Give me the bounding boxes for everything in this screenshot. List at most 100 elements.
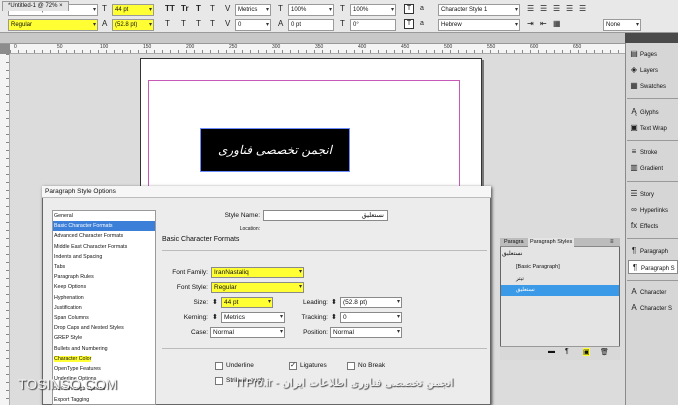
dock-panel-character[interactable]: A Character: [628, 285, 678, 299]
tracking-field[interactable]: 0 ▾: [235, 19, 271, 31]
font-style-select[interactable]: Regular ▾: [211, 282, 304, 293]
leading-input[interactable]: (52.8 pt) ▾: [340, 297, 402, 308]
dock-panel-character-s[interactable]: A Character S: [628, 301, 678, 315]
skew-field[interactable]: 0°: [350, 19, 396, 31]
fill-color-icon[interactable]: T: [404, 4, 414, 14]
justify-all-icon[interactable]: ☰: [579, 4, 586, 14]
underline-button[interactable]: T: [210, 4, 215, 14]
dock-panel-effects[interactable]: fx Effects: [628, 219, 678, 233]
category-item[interactable]: Keep Options: [53, 282, 155, 292]
dock-panel-hyperlinks[interactable]: ∞ Hyperlinks: [628, 203, 678, 217]
horizontal-scale-value: 100%: [353, 7, 369, 13]
dock-separator: [627, 140, 678, 141]
font-style-field[interactable]: Regular ▾: [8, 19, 98, 31]
small-caps-button[interactable]: Tr: [181, 4, 189, 14]
category-label: Character Color: [54, 355, 92, 362]
align-center-icon[interactable]: ☰: [540, 4, 547, 14]
stroke-color-icon[interactable]: T: [404, 19, 414, 29]
strikethrough-button[interactable]: T: [181, 19, 186, 29]
style-group-icon[interactable]: ▬: [548, 348, 555, 355]
tab-paragraph-styles[interactable]: Paragraph Styles: [528, 238, 575, 247]
leading-stepper-icon[interactable]: ⬍: [331, 298, 337, 306]
dock-panel-paragraph[interactable]: ¶ Paragraph: [628, 244, 678, 258]
language-select[interactable]: Hebrew ▾: [438, 19, 520, 31]
tab-paragraph[interactable]: Paragra: [502, 238, 526, 247]
dock-panel-glyphs[interactable]: Ą Glyphs: [628, 105, 678, 119]
leading-field[interactable]: (52.8 pt) ▾: [112, 19, 154, 31]
ligatures-checkbox[interactable]: ✓: [289, 362, 297, 370]
category-item[interactable]: Bullets and Numbering: [53, 344, 155, 354]
delete-style-icon[interactable]: 🗑: [600, 348, 609, 356]
font-size-field[interactable]: 44 pt ▾: [112, 4, 154, 16]
font-family-select[interactable]: IranNastaliq ▾: [211, 267, 304, 278]
indent-left-icon[interactable]: ⇥: [527, 19, 534, 29]
horizontal-scale-field[interactable]: 100% ▾: [350, 4, 396, 16]
close-icon[interactable]: ×: [59, 3, 63, 9]
category-item[interactable]: Middle East Character Formats: [53, 242, 155, 252]
subscript-button[interactable]: T: [165, 19, 170, 29]
position-select[interactable]: Normal ▾: [330, 327, 402, 338]
style-titr[interactable]: تیتر: [501, 274, 619, 285]
size-stepper-icon[interactable]: ⬍: [212, 298, 218, 306]
glyphs-icon: Ą: [631, 107, 637, 116]
dock-panel-swatches[interactable]: ▦ Swatches: [628, 79, 678, 93]
dock-panel-stroke[interactable]: ≡ Stroke: [628, 145, 678, 159]
category-item[interactable]: Paragraph Rules: [53, 272, 155, 282]
category-item[interactable]: Drop Caps and Nested Styles: [53, 323, 155, 333]
document-tab-label: *Untitled-1 @ 72%: [8, 3, 58, 9]
baseline-shift-icon: A: [278, 19, 284, 28]
font-style-value: Regular: [11, 22, 33, 28]
dock-panel-paragraph-s[interactable]: ¶ Paragraph S: [628, 260, 678, 274]
shading-icon[interactable]: ▦: [553, 19, 561, 29]
category-item[interactable]: Justification: [53, 303, 155, 313]
kerning-field[interactable]: Metrics ▾: [235, 4, 271, 16]
indent-right-icon[interactable]: ⇤: [540, 19, 547, 29]
character-style-select[interactable]: Character Style 1 ▾: [438, 4, 520, 16]
dock-panel-text-wrap[interactable]: ▣ Text Wrap: [628, 121, 678, 135]
category-item[interactable]: Basic Character Formats: [53, 221, 155, 232]
size-input[interactable]: 44 pt ▾: [221, 297, 273, 308]
category-item[interactable]: Span Columns: [53, 313, 155, 323]
dock-panel-label: Character: [640, 290, 667, 296]
category-label: Drop Caps and Nested Styles: [54, 325, 124, 332]
size-input-value: 44 pt: [224, 299, 239, 306]
category-item[interactable]: Indents and Spacing: [53, 252, 155, 262]
dock-panel-pages[interactable]: ▤ Pages: [628, 47, 678, 61]
justify-icon[interactable]: ☰: [566, 4, 573, 14]
new-style-icon[interactable]: ▣: [583, 348, 590, 356]
category-item[interactable]: Export Tagging: [53, 395, 155, 405]
style-name-input[interactable]: نستعلیق: [263, 210, 388, 221]
panel-menu-icon[interactable]: ≡: [610, 238, 614, 247]
all-caps-button[interactable]: TT: [165, 4, 175, 14]
tracking-select[interactable]: 0 ▾: [340, 312, 402, 323]
strikethrough-checkbox[interactable]: [215, 377, 223, 385]
clear-overrides-icon[interactable]: ¶: [565, 348, 569, 355]
document-tab[interactable]: *Untitled-1 @ 72% ×: [2, 1, 69, 11]
category-item[interactable]: Hyphenation: [53, 293, 155, 303]
underline-checkbox[interactable]: [215, 362, 223, 370]
category-item[interactable]: General: [53, 211, 155, 221]
dock-panel-story[interactable]: ☰ Story: [628, 187, 678, 201]
superscript-button[interactable]: T: [196, 4, 201, 14]
no-break-button[interactable]: T: [210, 19, 215, 29]
align-right-icon[interactable]: ☰: [553, 4, 560, 14]
vertical-scale-field[interactable]: 100% ▾: [288, 4, 334, 16]
category-item[interactable]: Tabs: [53, 262, 155, 272]
character-styles-icon: A: [631, 303, 637, 312]
no-break-checkbox[interactable]: [347, 362, 355, 370]
category-item[interactable]: Advanced Character Formats: [53, 231, 155, 241]
category-item[interactable]: Character Color: [53, 354, 155, 364]
dock-panel-layers[interactable]: ◈ Layers: [628, 63, 678, 77]
none-select[interactable]: None ▾: [603, 19, 641, 31]
category-item[interactable]: GREP Style: [53, 333, 155, 343]
ligature-button[interactable]: T: [196, 19, 201, 29]
align-left-icon[interactable]: ☰: [527, 4, 534, 14]
category-label: Bullets and Numbering: [54, 345, 108, 352]
dock-panel-gradient[interactable]: ▥ Gradient: [628, 161, 678, 175]
baseline-shift-field[interactable]: 0 pt: [288, 19, 334, 31]
tracking-stepper-icon[interactable]: ⬍: [331, 313, 337, 321]
kerning-stepper-icon[interactable]: ⬍: [212, 313, 218, 321]
style-nastaliq[interactable]: نستعلیق: [501, 285, 619, 296]
category-item[interactable]: OpenType Features: [53, 364, 155, 374]
style-basic-paragraph[interactable]: [Basic Paragraph]: [501, 262, 619, 273]
